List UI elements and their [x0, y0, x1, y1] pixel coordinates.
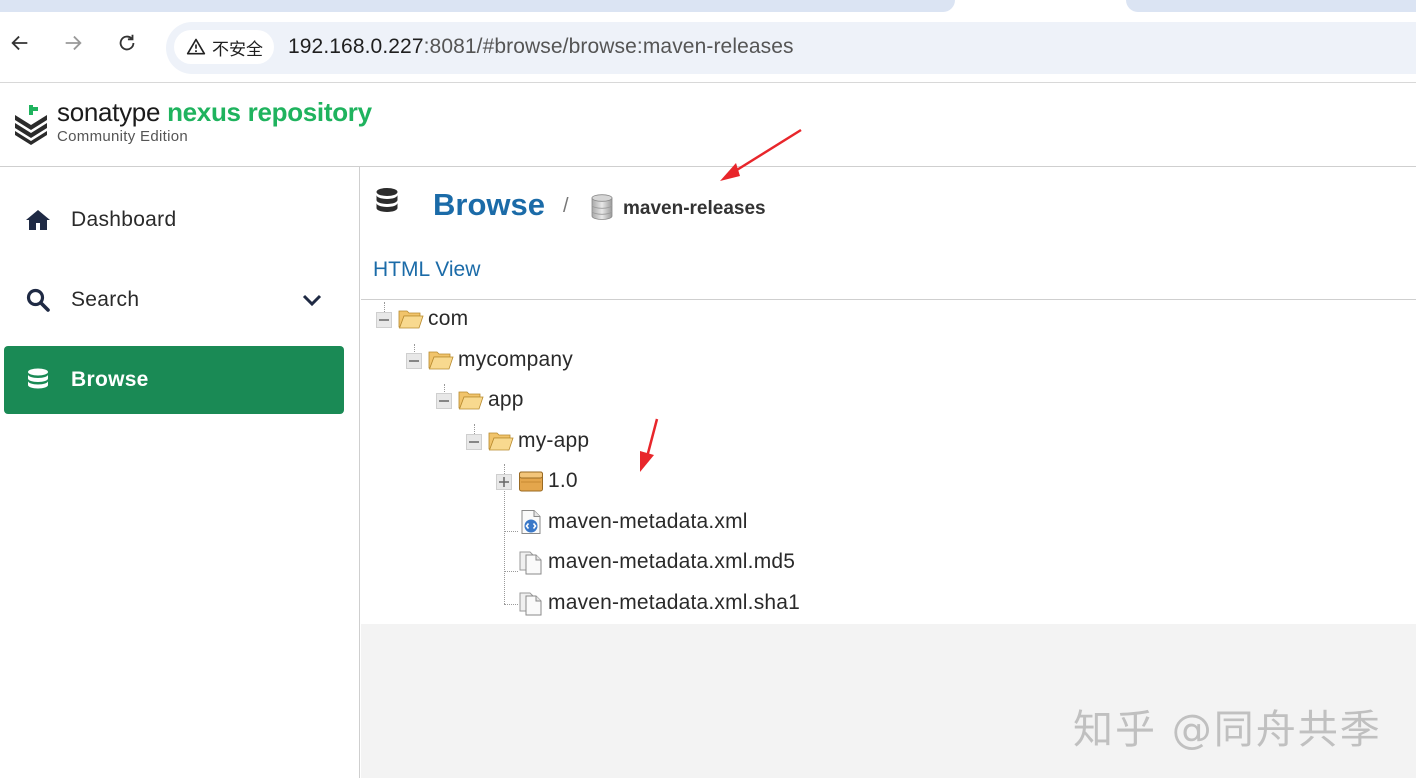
reload-icon — [119, 34, 135, 51]
browser-toolbar: 不安全 192.168.0.227:8081/#browse/browse:ma… — [0, 12, 1416, 82]
sidebar-item-browse[interactable]: Browse — [4, 346, 344, 414]
security-chip[interactable]: 不安全 — [174, 30, 274, 64]
collapse-icon[interactable] — [436, 393, 452, 409]
security-label: 不安全 — [212, 39, 263, 59]
brand-name[interactable]: sonatype nexus repository — [57, 97, 372, 128]
arrow-left-icon — [11, 35, 28, 51]
arrow-right-icon — [65, 35, 82, 51]
breadcrumb-browse[interactable]: Browse — [433, 187, 545, 223]
browse-panel: Browse / maven-releases HTML View com my… — [361, 167, 1416, 624]
collapse-icon[interactable] — [406, 353, 422, 369]
html-view-link[interactable]: HTML View — [373, 258, 480, 282]
brand-product: nexus repository — [167, 97, 372, 127]
tree-node-label: 1.0 — [548, 469, 578, 492]
sidebar-item-search[interactable]: Search — [4, 266, 344, 334]
folder-open-icon — [428, 351, 454, 370]
tree-node-label: com — [428, 307, 469, 330]
sidebar-item-label: Search — [71, 288, 140, 311]
database-icon — [24, 366, 52, 394]
sidebar-item-label: Dashboard — [71, 208, 177, 231]
inactive-tab[interactable] — [1126, 0, 1416, 12]
warning-icon — [186, 38, 206, 55]
repository-tree: com mycompany app my-app 1.0 maven-metad… — [361, 300, 1416, 624]
expand-icon[interactable] — [496, 474, 512, 490]
chevron-down-icon[interactable] — [300, 288, 324, 312]
tree-node-label: maven-metadata.xml — [548, 510, 748, 533]
tree-connector — [504, 604, 518, 605]
sidebar-item-dashboard[interactable]: Dashboard — [4, 186, 344, 254]
folder-open-icon — [398, 310, 424, 329]
breadcrumb-repository: maven-releases — [623, 198, 766, 219]
sonatype-logo-icon — [15, 105, 47, 145]
folder-open-icon — [458, 391, 484, 410]
sidebar-item-label: Browse — [71, 368, 149, 391]
url-text[interactable]: 192.168.0.227:8081/#browse/browse:maven-… — [288, 35, 794, 59]
address-bar[interactable]: 不安全 192.168.0.227:8081/#browse/browse:ma… — [166, 22, 1416, 74]
tab-strip — [0, 0, 1416, 12]
watermark: 知乎 @同舟共季 — [1073, 707, 1382, 753]
tree-node-label: maven-metadata.xml.md5 — [548, 550, 796, 573]
brand-sonatype: sonatype — [57, 97, 168, 127]
main-panel: Browse / maven-releases HTML View com my… — [361, 167, 1416, 778]
forward-button[interactable] — [56, 26, 90, 60]
url-host: 192.168.0.227 — [288, 35, 424, 58]
search-icon — [24, 286, 52, 314]
file-icon — [519, 551, 542, 575]
reload-button[interactable] — [110, 26, 144, 60]
breadcrumb-separator: / — [563, 195, 569, 217]
app-header: sonatype nexus repository Community Edit… — [0, 82, 1416, 167]
active-tab[interactable] — [0, 0, 955, 12]
file-icon — [519, 592, 542, 616]
tree-node-label: app — [488, 388, 524, 411]
database-icon — [376, 188, 398, 212]
sidebar: Dashboard Search Browse — [0, 167, 360, 778]
tree-connector — [504, 531, 518, 532]
home-icon — [24, 206, 52, 234]
repository-icon — [591, 194, 613, 220]
collapse-icon[interactable] — [466, 434, 482, 450]
tree-node-label: maven-metadata.xml.sha1 — [548, 591, 801, 614]
tree-connector — [504, 571, 518, 572]
back-button[interactable] — [3, 26, 37, 60]
xml-file-icon — [521, 510, 541, 534]
edition-label: Community Edition — [57, 128, 188, 145]
tree-node-label: mycompany — [458, 348, 574, 371]
component-box-icon — [519, 471, 543, 492]
url-path: :8081/#browse/browse:maven-releases — [423, 35, 794, 58]
folder-open-icon — [488, 432, 514, 451]
tree-node-label: my-app — [518, 429, 590, 452]
collapse-icon[interactable] — [376, 312, 392, 328]
